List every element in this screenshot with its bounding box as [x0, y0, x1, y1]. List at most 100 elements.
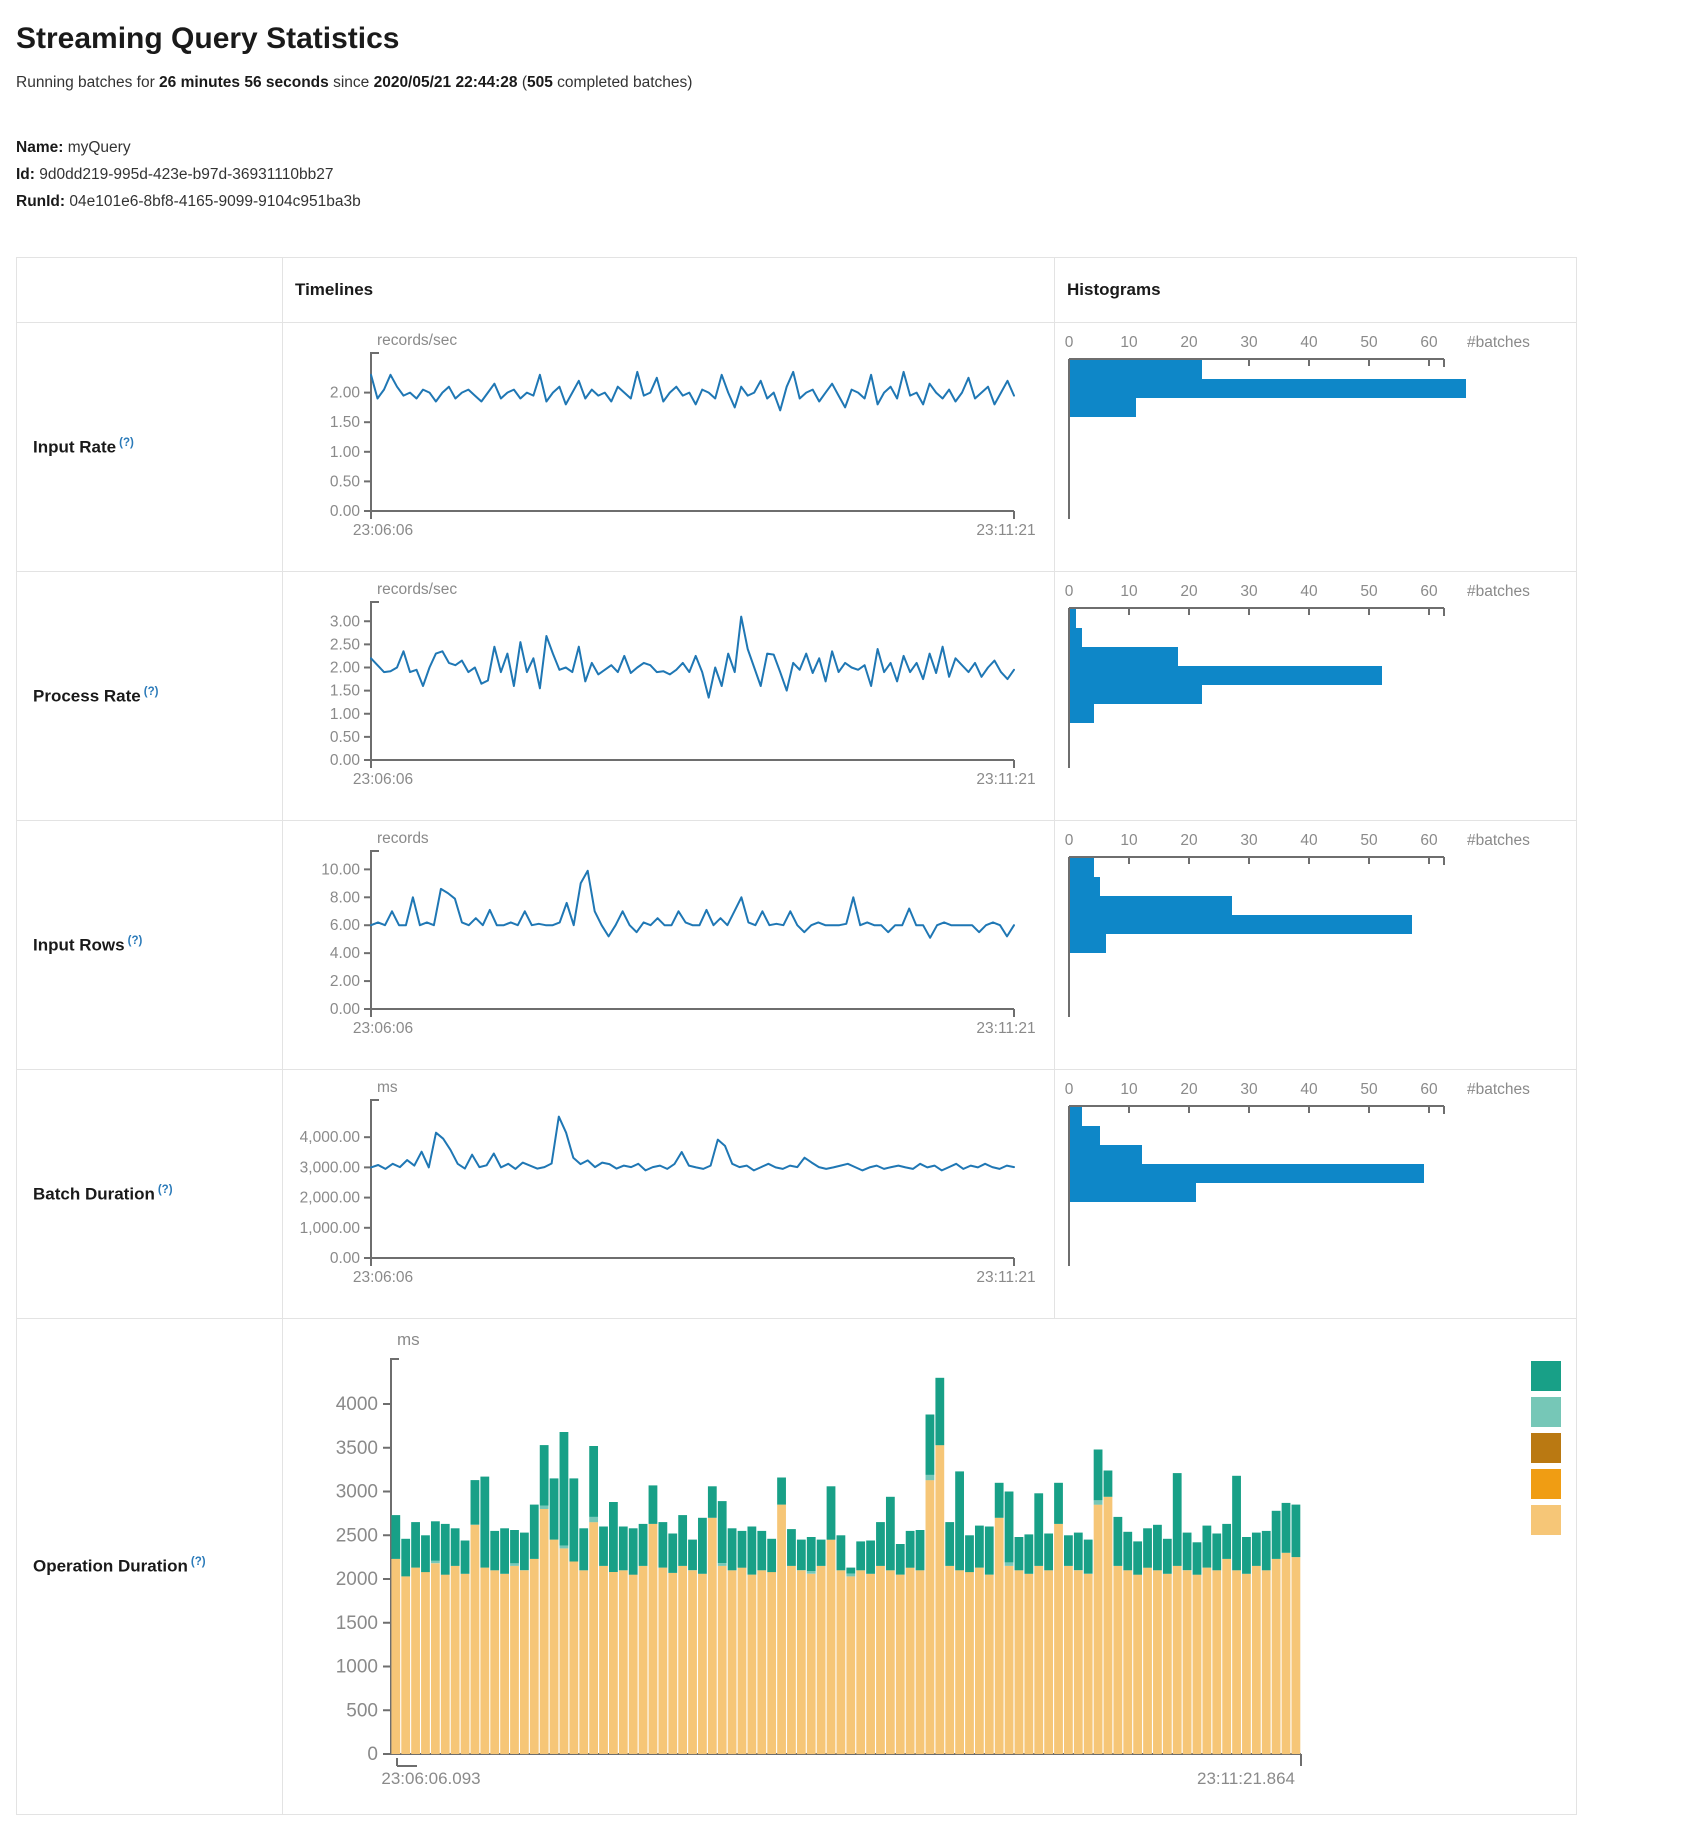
svg-text:30: 30 [1240, 1081, 1258, 1098]
runid-value: 04e101e6-8bf8-4165-9099-9104c951ba3b [69, 193, 360, 210]
svg-text:10: 10 [1120, 334, 1138, 351]
operation-duration-help-icon[interactable]: (?) [191, 1556, 206, 1568]
process-rate-help-icon[interactable]: (?) [144, 686, 159, 698]
svg-text:#batches: #batches [1467, 832, 1530, 849]
legend-swatch [1531, 1469, 1561, 1499]
input-rate-help-icon[interactable]: (?) [119, 437, 134, 449]
input-rate-timeline-chart: records/sec0.000.501.001.502.0023:06:062… [283, 323, 1054, 571]
process-rate-label: Process Rate [33, 686, 141, 705]
summary-timestamp: 2020/05/21 22:44:28 [374, 74, 518, 91]
svg-text:2.50: 2.50 [330, 636, 361, 653]
legend-swatch [1531, 1361, 1561, 1391]
input-rate-histogram-chart: 0102030405060#batches [1055, 323, 1576, 571]
svg-text:60: 60 [1420, 1081, 1438, 1098]
svg-text:0: 0 [1065, 583, 1074, 600]
batch-duration-label: Batch Duration [33, 1184, 155, 1203]
statistics-table: Timelines Histograms Input Rate(?) recor… [16, 257, 1577, 1815]
svg-text:0: 0 [1065, 334, 1074, 351]
svg-text:23:06:06: 23:06:06 [353, 1020, 413, 1037]
operation-duration-label: Operation Duration [33, 1557, 188, 1576]
batch-duration-help-icon[interactable]: (?) [158, 1184, 173, 1196]
svg-text:20: 20 [1180, 832, 1198, 849]
svg-text:0.00: 0.00 [330, 503, 361, 520]
svg-text:20: 20 [1180, 1081, 1198, 1098]
svg-text:50: 50 [1360, 1081, 1378, 1098]
input-rows-help-icon[interactable]: (?) [128, 935, 143, 947]
svg-text:500: 500 [346, 1700, 378, 1721]
svg-text:40: 40 [1300, 334, 1318, 351]
svg-text:records/sec: records/sec [377, 581, 457, 598]
input-rows-timeline-chart: records 0.00 2.00 4.00 6.00 8.00 10.00 23:06:06… [283, 821, 1054, 1069]
svg-text:3,000.00: 3,000.00 [300, 1159, 361, 1176]
name-label: Name: [16, 139, 63, 156]
svg-text:2000: 2000 [336, 1569, 378, 1590]
svg-text:23:11:21: 23:11:21 [976, 522, 1035, 539]
query-id-line: Id: 9d0dd219-995d-423e-b97d-36931110bb27 [16, 161, 1677, 188]
operation-duration-stacked-chart: ms0500100015002000250030003500400023:06:… [283, 1319, 1576, 1814]
summary-batch-count: 505 [527, 74, 553, 91]
svg-text:0.50: 0.50 [330, 473, 361, 490]
svg-text:10: 10 [1120, 832, 1138, 849]
svg-text:30: 30 [1240, 832, 1258, 849]
svg-text:1.50: 1.50 [330, 414, 361, 431]
svg-text:records: records [377, 830, 429, 847]
svg-text:20: 20 [1180, 583, 1198, 600]
query-name-line: Name: myQuery [16, 134, 1677, 161]
svg-text:1.50: 1.50 [330, 683, 361, 700]
svg-text:1.00: 1.00 [330, 706, 361, 723]
svg-text:4.00: 4.00 [330, 945, 361, 962]
row-label-input-rows: Input Rows(?) [17, 821, 283, 1070]
svg-text:50: 50 [1360, 832, 1378, 849]
name-value: myQuery [68, 139, 131, 156]
svg-text:#batches: #batches [1467, 1081, 1530, 1098]
corner-cell [17, 258, 283, 323]
query-runid-line: RunId: 04e101e6-8bf8-4165-9099-9104c951b… [16, 188, 1677, 215]
svg-text:ms: ms [397, 1330, 420, 1349]
svg-text:10.00: 10.00 [321, 861, 360, 878]
svg-text:2.00: 2.00 [330, 385, 361, 402]
id-label: Id: [16, 166, 35, 183]
summary-prefix: Running batches for [16, 74, 159, 91]
svg-text:0.00: 0.00 [330, 1250, 361, 1267]
svg-text:2.00: 2.00 [330, 973, 361, 990]
table-header-row: Timelines Histograms [17, 258, 1577, 323]
svg-text:30: 30 [1240, 583, 1258, 600]
svg-text:0.00: 0.00 [330, 752, 361, 769]
svg-text:1.00: 1.00 [330, 444, 361, 461]
row-label-process-rate: Process Rate(?) [17, 572, 283, 821]
svg-text:0.00: 0.00 [330, 1001, 361, 1018]
runid-label: RunId: [16, 193, 65, 210]
row-label-operation-duration: Operation Duration(?) [17, 1319, 283, 1815]
svg-text:4,000.00: 4,000.00 [300, 1129, 361, 1146]
svg-text:23:06:06.093: 23:06:06.093 [381, 1769, 480, 1788]
svg-text:#batches: #batches [1467, 334, 1530, 351]
svg-text:40: 40 [1300, 1081, 1318, 1098]
histograms-column-header: Histograms [1055, 258, 1577, 323]
svg-text:6.00: 6.00 [330, 917, 361, 934]
query-meta: Name: myQuery Id: 9d0dd219-995d-423e-b97… [16, 134, 1677, 215]
svg-text:23:06:06: 23:06:06 [353, 1269, 413, 1286]
svg-text:60: 60 [1420, 334, 1438, 351]
input-rows-label: Input Rows [33, 935, 125, 954]
table-row: Process Rate(?) records/sec0.000.501.001… [17, 572, 1577, 821]
table-row: Input Rows(?) records 0.00 2.00 4.00 6.00 8.0… [17, 821, 1577, 1070]
svg-text:40: 40 [1300, 832, 1318, 849]
svg-text:23:11:21.864: 23:11:21.864 [1197, 1769, 1295, 1788]
page-title: Streaming Query Statistics [16, 22, 1677, 56]
legend-swatch [1531, 1397, 1561, 1427]
table-row: Input Rate(?) records/sec0.000.501.001.5… [17, 323, 1577, 572]
summary-suffix: completed batches) [553, 74, 693, 91]
svg-text:23:11:21: 23:11:21 [976, 1020, 1035, 1037]
svg-text:ms: ms [377, 1079, 398, 1096]
svg-text:23:06:06: 23:06:06 [353, 522, 413, 539]
svg-text:1,000.00: 1,000.00 [300, 1220, 361, 1237]
row-label-input-rate: Input Rate(?) [17, 323, 283, 572]
svg-text:8.00: 8.00 [330, 889, 361, 906]
svg-text:23:06:06: 23:06:06 [353, 771, 413, 788]
svg-text:3000: 3000 [336, 1482, 378, 1503]
summary-duration: 26 minutes 56 seconds [159, 74, 329, 91]
svg-text:4000: 4000 [336, 1394, 378, 1415]
process-rate-histogram-chart: 0102030405060#batches [1055, 572, 1576, 820]
table-row: Batch Duration(?) ms0.001,000.002,000.00… [17, 1070, 1577, 1319]
svg-text:23:11:21: 23:11:21 [976, 1269, 1035, 1286]
